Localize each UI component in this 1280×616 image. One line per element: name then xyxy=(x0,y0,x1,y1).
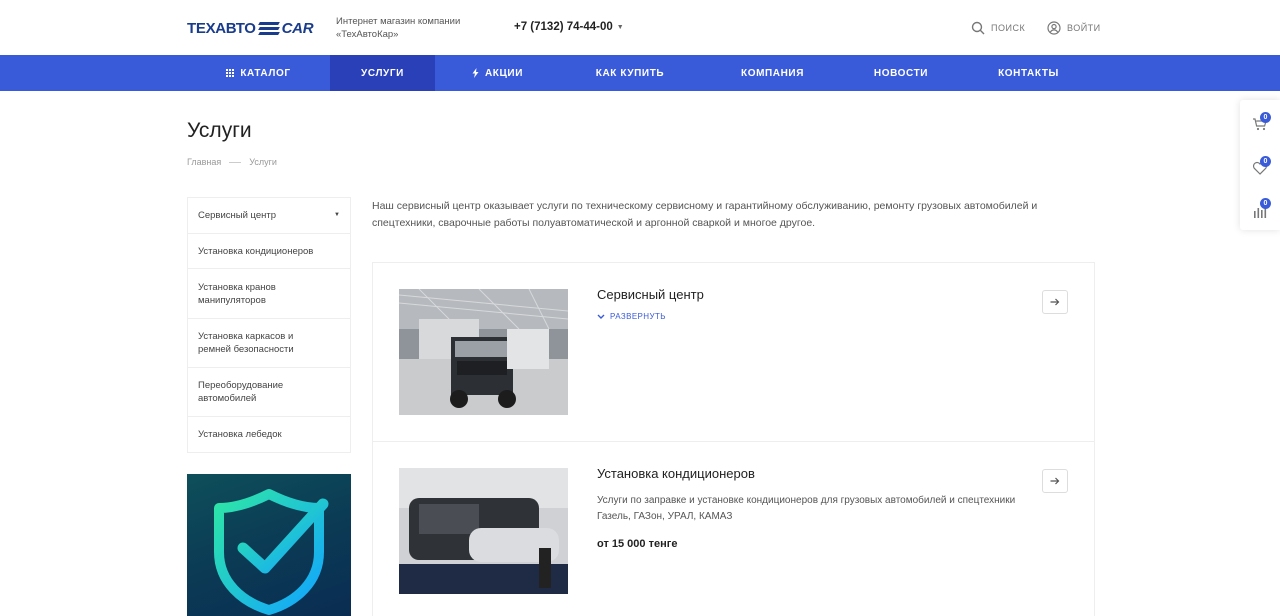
sidebar-item-air-conditioners[interactable]: Установка кондиционеров xyxy=(188,234,350,269)
nav-label: Новости xyxy=(873,67,929,79)
site-header: ТЕХАВТО CAR Интернет магазин компании «Т… xyxy=(0,0,1280,55)
open-service-button[interactable] xyxy=(1042,290,1068,314)
sidebar-item-label: Установка кондиционеров xyxy=(198,245,314,257)
login-label: войти xyxy=(1067,23,1101,33)
service-title[interactable]: Сервисный центр xyxy=(597,287,704,302)
promo-banner[interactable] xyxy=(187,474,351,616)
sidebar-item-service-center[interactable]: Сервисный центр ▼ xyxy=(188,198,350,234)
nav-label: Компания xyxy=(740,67,805,79)
sidebar-item-frames-seatbelts[interactable]: Установка каркасов и ремней безопасности xyxy=(188,319,350,368)
nav-label: Акции xyxy=(484,67,523,79)
chevron-down-icon: ▼ xyxy=(616,23,624,31)
nav-label: Услуги xyxy=(361,67,404,79)
company-tagline: Интернет магазин компании «ТехАвтоКар» xyxy=(336,16,461,40)
expand-link[interactable]: развернуть xyxy=(597,312,666,321)
search-icon xyxy=(971,21,985,35)
grid-icon xyxy=(226,69,235,77)
open-service-button[interactable] xyxy=(1042,469,1068,493)
nav-item-news[interactable]: Новости xyxy=(845,55,957,91)
nav-item-how-to-buy[interactable]: Как купить xyxy=(560,55,700,91)
user-icon xyxy=(1047,21,1061,35)
nav-item-company[interactable]: Компания xyxy=(700,55,845,91)
logo-text: ТЕХАВТО xyxy=(187,19,256,37)
nav-label: Как купить xyxy=(595,67,665,79)
expand-label: развернуть xyxy=(610,312,666,321)
service-card[interactable]: Установка кондиционеров Услуги по заправ… xyxy=(372,442,1095,616)
lightning-icon xyxy=(472,68,479,78)
search-label: поиск xyxy=(991,23,1026,33)
nav-label: Каталог xyxy=(240,67,291,79)
sidebar-item-label: Установка кранов манипуляторов xyxy=(198,281,276,306)
favorites-count-badge: 0 xyxy=(1260,156,1271,167)
nav-item-catalog[interactable]: Каталог xyxy=(187,55,330,91)
chevron-down-icon: ▼ xyxy=(334,212,340,218)
breadcrumb-current: Услуги xyxy=(249,157,277,167)
nav-item-contacts[interactable]: Контакты xyxy=(957,55,1100,91)
chevron-down-icon xyxy=(597,314,605,319)
phone-number[interactable]: +7 (7132) 74-44-00 ▼ xyxy=(514,21,624,33)
sidebar-item-winches[interactable]: Установка лебедок xyxy=(188,417,350,452)
login-button[interactable]: войти xyxy=(1047,21,1101,35)
service-description: Услуги по заправке и установке кондицион… xyxy=(597,495,1016,522)
sidebar-item-label: Переоборудование автомобилей xyxy=(198,380,284,404)
nav-item-services[interactable]: Услуги xyxy=(330,55,435,91)
service-card[interactable]: Сервисный центр развернуть xyxy=(372,262,1095,442)
service-price: от 15 000 тенге xyxy=(597,538,678,550)
page-title: Услуги xyxy=(187,119,252,142)
sidebar-item-label: Установка каркасов и ремней безопасности xyxy=(198,331,294,355)
cart-count-badge: 0 xyxy=(1260,112,1271,123)
arrow-right-icon xyxy=(1050,477,1060,485)
intro-text: Наш сервисный центр оказывает услуги по … xyxy=(372,200,1038,229)
sidebar-item-label: Сервисный центр xyxy=(198,210,277,221)
phone-text: +7 (7132) 74-44-00 xyxy=(514,21,613,33)
sidebar-item-label: Установка лебедок xyxy=(198,429,282,440)
logo[interactable]: ТЕХАВТО CAR xyxy=(187,18,314,38)
logo-mark-icon xyxy=(257,21,280,35)
services-sidebar: Сервисный центр ▼ Установка кондиционеро… xyxy=(187,197,351,453)
service-image[interactable] xyxy=(399,468,568,594)
shield-check-icon xyxy=(214,489,329,615)
breadcrumb-separator xyxy=(229,161,242,163)
arrow-right-icon xyxy=(1050,298,1060,306)
service-title[interactable]: Установка кондиционеров xyxy=(597,466,755,481)
main-nav: Каталог Услуги Акции Как купить Компания… xyxy=(0,55,1280,91)
breadcrumb-home[interactable]: Главная xyxy=(187,157,221,167)
sidebar-item-crane-manipulators[interactable]: Установка кранов манипуляторов xyxy=(188,269,350,319)
nav-item-promotions[interactable]: Акции xyxy=(435,55,560,91)
floating-toolbar: 0 0 0 xyxy=(1240,100,1280,230)
service-image[interactable] xyxy=(399,289,568,415)
compare-count-badge: 0 xyxy=(1260,198,1271,209)
nav-label: Контакты xyxy=(998,67,1059,79)
breadcrumb: Главная Услуги xyxy=(187,157,277,167)
sidebar-item-vehicle-conversion[interactable]: Переоборудование автомобилей xyxy=(188,368,350,417)
logo-text-car: CAR xyxy=(281,19,314,37)
search-button[interactable]: поиск xyxy=(971,21,1025,35)
